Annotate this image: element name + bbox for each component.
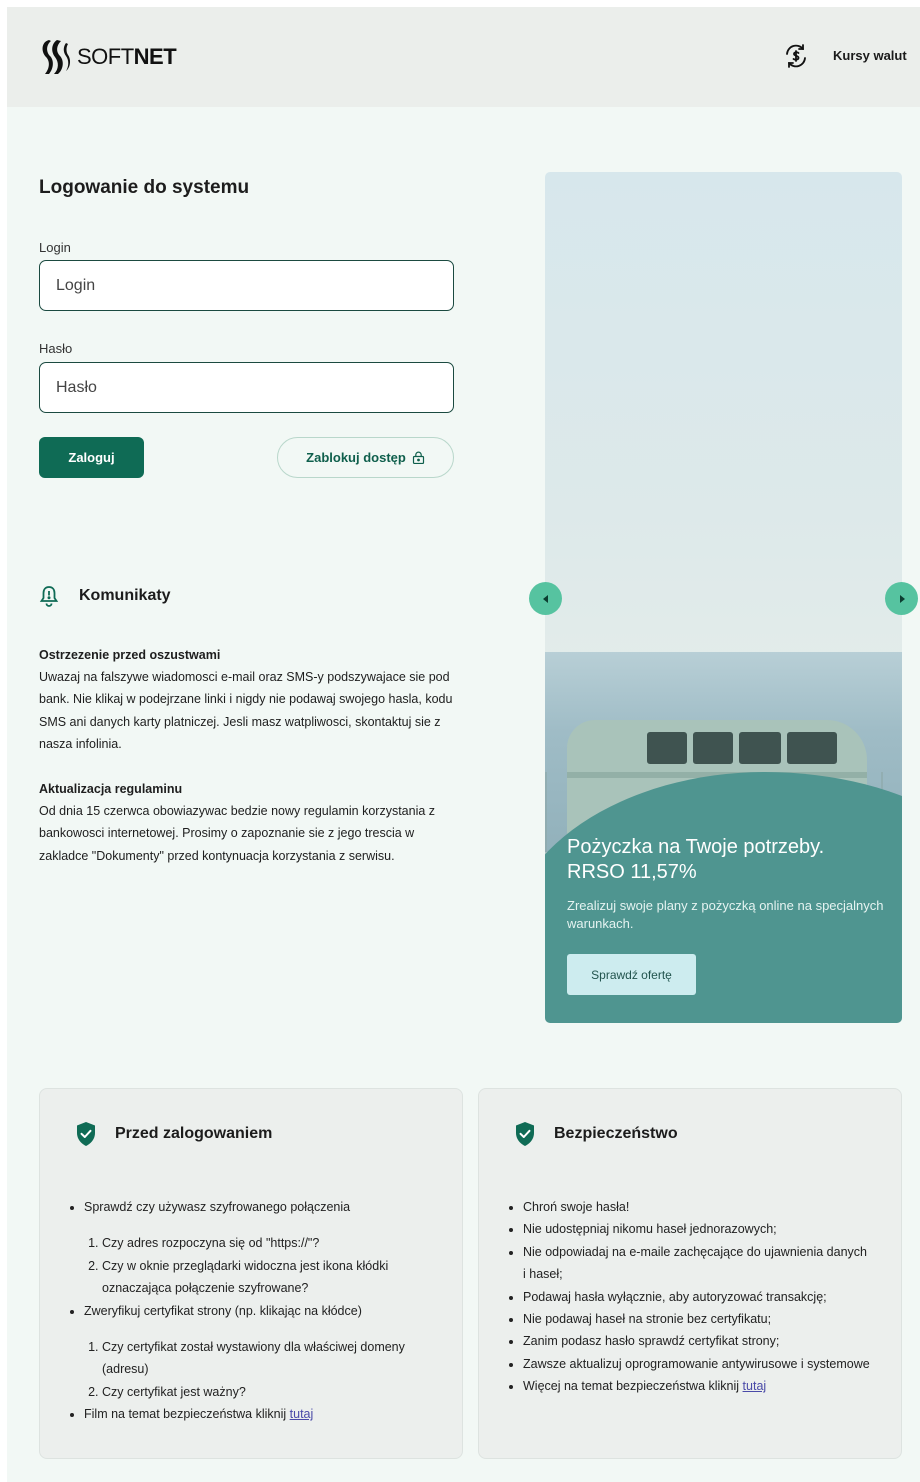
van-window [647,732,687,764]
notices-title: Komunikaty [79,587,171,604]
shield-check-icon [516,1122,534,1146]
arrow-left-icon [542,594,548,603]
van-window [787,732,837,764]
notice-item: Ostrzezenie przed oszustwami Uwazaj na f… [39,644,454,756]
list-item-text: Sprawdź czy używasz szyfrowanego połącze… [84,1200,351,1214]
login-label: Login [39,240,71,255]
notice-body: Uwazaj na falszywe wiadomosci e-mail ora… [39,670,453,752]
promo-banner[interactable]: Pożyczka na Twoje potrzeby. RRSO 11,57% … [545,172,902,1023]
list-item: Podawaj hasła wyłącznie, aby autoryzować… [523,1286,873,1308]
shield-check-icon [77,1122,95,1146]
before-login-title: Przed zalogowaniem [115,1125,273,1142]
exchange-rates-link[interactable]: Kursy walut [833,48,907,63]
login-input[interactable] [39,260,454,311]
notice-item: Aktualizacja regulaminu Od dnia 15 czerw… [39,778,454,867]
security-more-link[interactable]: tutaj [743,1379,767,1393]
list-item: Sprawdź czy używasz szyfrowanego połącze… [84,1196,444,1300]
list-item: Chroń swoje hasła! [523,1196,873,1218]
check-offer-button[interactable]: Sprawdź ofertę [567,954,696,995]
login-title: Logowanie do systemu [39,177,250,198]
van-window [693,732,733,764]
block-access-button[interactable]: Zablokuj dostęp [277,437,454,478]
notices-header: Komunikaty [39,585,171,607]
list-item: Nie podawaj haseł na stronie bez certyfi… [523,1308,873,1330]
security-header: Bezpieczeństwo [514,1121,678,1147]
brand-name-bold: NET [133,44,177,69]
carousel-prev-button[interactable] [529,582,562,615]
sub-list: Czy certyfikat został wystawiony dla wła… [84,1336,444,1403]
list-item-text: Więcej na temat bezpieczeństwa kliknij [523,1379,743,1394]
list-item-text: Film na temat bezpieczeństwa kliknij [84,1407,290,1422]
sub-list: Czy adres rozpoczyna się od "https://"? … [84,1232,444,1299]
list-item: Nie udostępniaj nikomu haseł jednorazowy… [523,1218,873,1240]
list-item: Zweryfikuj certyfikat strony (np. klikaj… [84,1300,444,1404]
login-button[interactable]: Zaloguj [39,437,144,478]
security-video-link[interactable]: tutaj [290,1407,314,1421]
carousel-next-button[interactable] [885,582,918,615]
password-label: Hasło [39,341,73,356]
security-title: Bezpieczeństwo [554,1125,678,1142]
brand-logo[interactable]: SOFTNET [39,37,177,77]
notice-title: Aktualizacja regulaminu [39,782,183,796]
sub-list-item: Czy adres rozpoczyna się od "https://"? [102,1232,444,1254]
list-item: Zanim podasz hasło sprawdź certyfikat st… [523,1330,873,1352]
notice-title: Ostrzezenie przed oszustwami [39,648,221,662]
list-item: Zawsze aktualizuj oprogramowanie antywir… [523,1353,873,1375]
lock-icon [412,451,424,464]
sub-list-item: Czy w oknie przeglądarki widoczna jest i… [102,1255,444,1300]
list-item-text: Zweryfikuj certyfikat strony (np. klikaj… [84,1303,362,1318]
before-login-card: Przed zalogowaniem Sprawdź czy używasz s… [39,1088,463,1459]
van-window [739,732,781,764]
page: SOFTNET Kursy walut Logowanie do systemu… [7,7,920,1482]
currency-exchange-icon[interactable] [783,43,809,69]
arrow-right-icon [899,594,905,603]
security-card: Bezpieczeństwo Chroń swoje hasła! Nie ud… [478,1088,902,1459]
sub-list-item: Czy certyfikat jest ważny? [102,1381,444,1403]
sub-list-item: Czy certyfikat został wystawiony dla wła… [102,1336,444,1381]
top-header: SOFTNET Kursy walut [7,7,920,107]
bell-alert-icon [39,586,59,607]
list-item: Więcej na temat bezpieczeństwa kliknij t… [523,1375,873,1397]
before-login-header: Przed zalogowaniem [75,1121,272,1147]
promo-title: Pożyczka na Twoje potrzeby. RRSO 11,57% [567,836,825,883]
brand-name: SOFTNET [77,44,177,70]
before-login-list: Sprawdź czy używasz szyfrowanego połącze… [84,1196,444,1426]
block-access-label: Zablokuj dostęp [306,450,406,465]
password-input[interactable] [39,362,454,413]
promo-subtitle: Zrealizuj swoje plany z pożyczką online … [567,898,884,931]
list-item: Nie odpowiadaj na e-maile zachęcające do… [523,1241,873,1286]
notice-body: Od dnia 15 czerwca obowiazywac bedzie no… [39,804,436,863]
brand-name-light: SOFT [77,44,134,69]
logo-mark-icon [42,40,71,74]
security-list: Chroń swoje hasła! Nie udostępniaj nikom… [523,1196,873,1398]
list-item: Film na temat bezpieczeństwa kliknij tut… [84,1403,444,1425]
